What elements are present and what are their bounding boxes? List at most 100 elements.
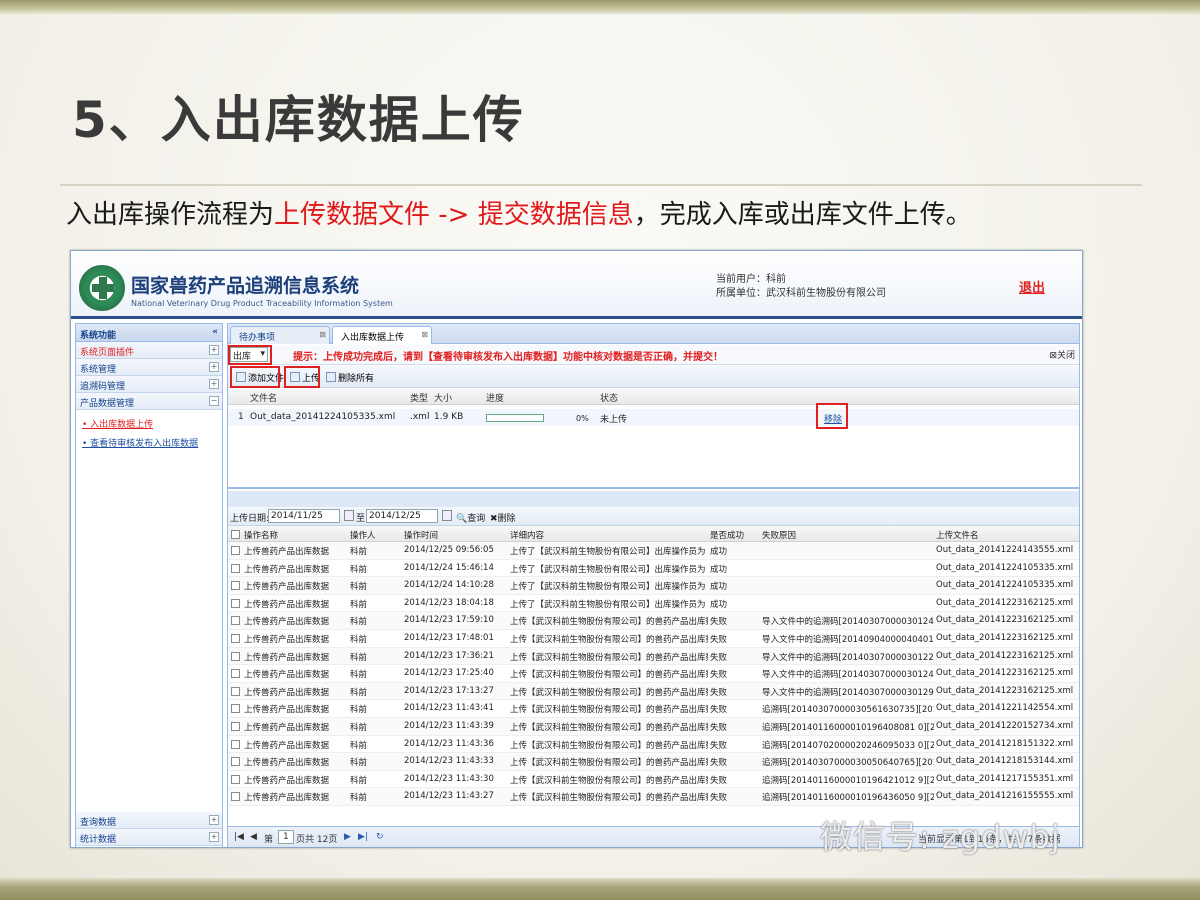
close-button[interactable]: ⊠关闭 <box>1049 348 1075 361</box>
cell-detail: 上传【武汉科前生物股份有限公司】的兽药产品出库数... <box>510 758 708 769</box>
cell-upload-file: Out_data_20141224143555.xml <box>936 545 1074 555</box>
expand-icon[interactable]: + <box>209 379 219 389</box>
table-row[interactable]: 上传兽药产品出库数据 科前 2014/12/23 18:04:18 上传了【武汉科前生… <box>228 595 1079 613</box>
select-all-checkbox[interactable] <box>231 530 240 539</box>
tab-strip: 待办事项 ⊠ 入出库数据上传 ⊠ <box>228 324 1079 344</box>
calendar-icon[interactable] <box>344 510 354 521</box>
cell-operator: 科前 <box>350 599 368 610</box>
cell-detail: 上传【武汉科前生物股份有限公司】的兽药产品出库数... <box>510 740 708 751</box>
cell-success: 失败 <box>710 634 728 645</box>
tab-todo[interactable]: 待办事项 ⊠ <box>230 326 330 344</box>
last-page-icon[interactable]: ▶| <box>358 832 368 842</box>
row-checkbox[interactable] <box>231 581 240 591</box>
cell-detail: 上传【武汉科前生物股份有限公司】的兽药产品出库数... <box>510 793 708 804</box>
app-subtitle: National Veterinary Drug Product Traceab… <box>131 299 393 308</box>
table-row[interactable]: 上传兽药产品出库数据 科前 2014/12/23 11:43:30 上传【武汉科前生物… <box>228 771 1079 789</box>
row-checkbox[interactable] <box>231 686 240 696</box>
table-row[interactable]: 上传兽药产品出库数据 科前 2014/12/24 15:46:14 上传了【武汉科前生… <box>228 560 1079 578</box>
log-rows: 上传兽药产品出库数据 科前 2014/12/25 09:56:05 上传了【武汉科前生… <box>228 542 1079 806</box>
cell-success: 失败 <box>710 687 728 698</box>
first-page-icon[interactable]: |◀ <box>234 832 244 842</box>
slide-bottom-band <box>0 878 1200 900</box>
row-checkbox[interactable] <box>231 721 240 731</box>
tab-close-icon[interactable]: ⊠ <box>421 330 428 339</box>
expand-icon[interactable]: + <box>209 815 219 825</box>
row-checkbox[interactable] <box>231 739 240 749</box>
sidebar-link-upload[interactable]: • 入出库数据上传 <box>76 414 222 433</box>
sidebar-item-product-data[interactable]: 产品数据管理 − <box>76 393 222 410</box>
row-checkbox[interactable] <box>231 546 240 555</box>
sidebar-item-label: 系统页面插件 <box>80 348 135 358</box>
tab-close-icon[interactable]: ⊠ <box>319 330 326 339</box>
col-status: 状态 <box>600 394 619 404</box>
slide-top-band <box>0 0 1200 14</box>
sidebar-collapse-icon[interactable]: « <box>212 327 218 337</box>
row-checkbox[interactable] <box>231 704 240 714</box>
row-checkbox[interactable] <box>231 651 240 661</box>
expand-icon[interactable]: + <box>209 832 219 842</box>
date-from-input[interactable]: 2014/11/25 <box>268 509 340 523</box>
calendar-icon[interactable] <box>442 510 452 521</box>
delete-button[interactable]: ✖删除 <box>490 511 516 524</box>
page-input[interactable]: 1 <box>278 830 294 844</box>
sidebar-item-label: 查询数据 <box>80 818 117 828</box>
cell-detail: 上传【武汉科前生物股份有限公司】的兽药产品出库数... <box>510 722 708 733</box>
upload-row[interactable]: 1 Out_data_20141224105335.xml .xml 1.9 K… <box>228 409 1079 426</box>
cell-time: 2014/12/23 11:43:27 <box>404 791 494 802</box>
cell-op-name: 上传兽药产品出库数据 <box>244 740 330 751</box>
logout-link[interactable]: 退出 <box>1019 277 1045 296</box>
delete-all-button[interactable]: 删除所有 <box>324 369 377 385</box>
cell-op-name: 上传兽药产品出库数据 <box>244 564 330 575</box>
sidebar-item-plugins[interactable]: 系统页面插件 + <box>76 342 222 359</box>
cell-success: 失败 <box>710 617 728 628</box>
sidebar-link-review[interactable]: • 查看待审核发布入出库数据 <box>76 433 222 452</box>
cell-reason: 导入文件中的追溯码[20140307000030124063... <box>762 670 934 681</box>
cell-operator: 科前 <box>350 564 368 575</box>
close-label: 关闭 <box>1056 351 1075 361</box>
tab-upload[interactable]: 入出库数据上传 ⊠ <box>332 326 432 344</box>
table-row[interactable]: 上传兽药产品出库数据 科前 2014/12/23 17:25:40 上传【武汉科前生物… <box>228 665 1079 683</box>
cell-upload-file: Out_data_20141224105335.xml <box>936 562 1074 573</box>
cell-time: 2014/12/23 17:36:21 <box>404 650 494 661</box>
table-row[interactable]: 上传兽药产品出库数据 科前 2014/12/23 17:36:21 上传【武汉科前生物… <box>228 647 1079 666</box>
row-checkbox[interactable] <box>231 792 240 802</box>
table-row[interactable]: 上传兽药产品出库数据 科前 2014/12/23 17:13:27 上传【武汉科前生物… <box>228 682 1079 701</box>
row-checkbox[interactable] <box>231 669 240 679</box>
sidebar-item-label: 追溯码管理 <box>80 382 126 392</box>
cell-op-name: 上传兽药产品出库数据 <box>244 722 330 733</box>
sidebar-item-stats[interactable]: 统计数据 + <box>76 829 222 846</box>
table-row[interactable]: 上传兽药产品出库数据 科前 2014/12/25 09:56:05 上传了【武汉科前生… <box>228 542 1079 560</box>
main-panel: 待办事项 ⊠ 入出库数据上传 ⊠ 出库 ▾ 提示：上传成功完成后，请到【查看待审核发布… <box>227 323 1080 847</box>
collapse-icon[interactable]: − <box>209 396 219 406</box>
row-index: 1 <box>238 412 244 422</box>
date-to-input[interactable]: 2014/12/25 <box>366 509 438 523</box>
table-row[interactable]: 上传兽药产品出库数据 科前 2014/12/23 11:43:41 上传【武汉科前生物… <box>228 700 1079 718</box>
slide-title: 5、入出库数据上传 <box>72 91 525 149</box>
table-row[interactable]: 上传兽药产品出库数据 科前 2014/12/24 14:10:28 上传了【武汉科前生… <box>228 577 1079 595</box>
row-checkbox[interactable] <box>231 563 240 573</box>
cell-detail: 上传【武汉科前生物股份有限公司】的兽药产品出库数... <box>510 634 708 645</box>
table-row[interactable]: 上传兽药产品出库数据 科前 2014/12/23 17:48:01 上传【武汉科前生物… <box>228 630 1079 648</box>
cell-success: 失败 <box>710 758 728 769</box>
sidebar-item-system[interactable]: 系统管理 + <box>76 359 222 376</box>
prev-page-icon[interactable]: ◀ <box>250 832 257 842</box>
expand-icon[interactable]: + <box>209 362 219 372</box>
table-row[interactable]: 上传兽药产品出库数据 科前 2014/12/23 11:43:33 上传【武汉科前生物… <box>228 753 1079 771</box>
row-checkbox[interactable] <box>231 774 240 784</box>
table-row[interactable]: 上传兽药产品出库数据 科前 2014/12/23 17:59:10 上传【武汉科前生物… <box>228 612 1079 630</box>
row-checkbox[interactable] <box>231 616 240 626</box>
row-checkbox[interactable] <box>231 633 240 643</box>
next-page-icon[interactable]: ▶ <box>344 832 351 842</box>
sidebar-item-label: 统计数据 <box>80 835 117 845</box>
table-row[interactable]: 上传兽药产品出库数据 科前 2014/12/23 11:43:39 上传【武汉科前生物… <box>228 717 1079 736</box>
query-button[interactable]: 🔍查询 <box>456 511 485 524</box>
expand-icon[interactable]: + <box>209 345 219 355</box>
row-checkbox[interactable] <box>231 598 240 608</box>
row-size: 1.9 KB <box>434 412 464 422</box>
sidebar-item-query[interactable]: 查询数据 + <box>76 812 222 829</box>
sidebar-item-tracecode[interactable]: 追溯码管理 + <box>76 376 222 393</box>
table-row[interactable]: 上传兽药产品出库数据 科前 2014/12/23 11:43:27 上传【武汉科前生物… <box>228 788 1079 806</box>
refresh-icon[interactable]: ↻ <box>376 832 384 842</box>
row-checkbox[interactable] <box>231 757 240 767</box>
table-row[interactable]: 上传兽药产品出库数据 科前 2014/12/23 11:43:36 上传【武汉科前生物… <box>228 736 1079 754</box>
